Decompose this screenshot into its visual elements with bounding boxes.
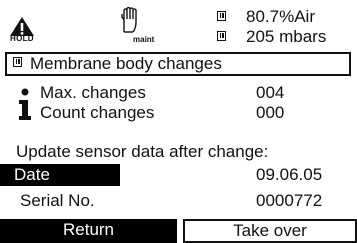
menu-title: Membrane body changes	[5, 52, 351, 76]
info-icon	[19, 88, 31, 120]
take-over-button[interactable]: Take over	[183, 219, 357, 243]
count-changes-value: 000	[256, 103, 285, 122]
status-line-2: 205 mbars	[246, 27, 327, 46]
serial-number-label[interactable]: Serial No.	[20, 191, 95, 211]
sensor-channel-icon	[217, 11, 226, 21]
update-instruction: Update sensor data after change:	[16, 142, 269, 161]
sensor-channel-icon	[217, 31, 226, 41]
status-line-1: 80.7%Air	[246, 7, 315, 26]
max-changes-value: 004	[256, 83, 285, 102]
max-changes-label: Max. changes	[40, 83, 146, 102]
hold-label: HOLD	[10, 34, 34, 43]
serial-number-value[interactable]: 0000772	[256, 191, 322, 211]
menu-title-text: Membrane body changes	[30, 54, 222, 73]
date-value[interactable]: 09.06.05	[256, 165, 322, 185]
date-field-selected[interactable]: Date	[0, 164, 120, 186]
maint-label: maint	[133, 35, 155, 44]
device-screen: HOLD maint 80.7%Air 205 mbars Membrane b…	[0, 0, 357, 243]
return-button[interactable]: Return	[0, 219, 177, 243]
status-reading-1: 80.7%Air	[217, 8, 315, 26]
hand-icon	[121, 6, 137, 33]
date-label: Date	[14, 165, 50, 184]
sensor-channel-icon	[13, 57, 22, 67]
status-reading-2: 205 mbars	[217, 28, 326, 46]
count-changes-label: Count changes	[40, 103, 155, 122]
